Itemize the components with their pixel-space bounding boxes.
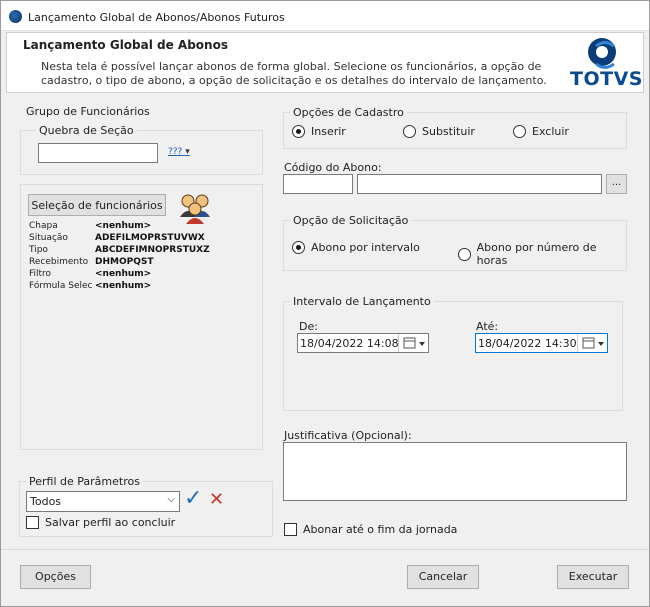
radio-abono-intervalo-label: Abono por intervalo xyxy=(311,241,420,254)
row-value-situacao: ADEFILMOPRSTUVWX xyxy=(95,233,205,243)
footer-divider xyxy=(1,549,649,550)
radio-inserir-label: Inserir xyxy=(311,125,346,138)
totvs-logo: TOTVS xyxy=(570,36,643,92)
radio-abono-horas-circle[interactable] xyxy=(458,247,471,261)
executar-button[interactable]: Executar xyxy=(557,565,629,589)
selecao-group: Seleção de funcionários Chapa <nenhum> S… xyxy=(20,184,263,450)
row-value-tipo: ABCDEFIMNOPRSTUXZ xyxy=(95,245,210,255)
row-label-situacao: Situação xyxy=(29,233,68,243)
logo-text: TOTVS xyxy=(570,68,643,90)
row-label-tipo: Tipo xyxy=(29,245,48,255)
cancelar-button[interactable]: Cancelar xyxy=(407,565,479,589)
chevron-down-icon: ▾ xyxy=(185,147,190,157)
justificativa-textarea[interactable] xyxy=(283,442,627,501)
de-datetime-picker[interactable]: 18/04/2022 14:08 xyxy=(297,333,429,353)
app-icon xyxy=(9,10,22,23)
ate-datetime-picker[interactable]: 18/04/2022 14:30 xyxy=(475,333,608,353)
opcoes-button[interactable]: Opções xyxy=(20,565,91,589)
salvar-perfil-box[interactable] xyxy=(26,516,39,529)
opcoes-cadastro-panel: Opções de Cadastro Inserir Substituir Ex… xyxy=(283,106,627,149)
perfil-select[interactable]: Todos ⌵ xyxy=(26,491,180,512)
radio-abono-intervalo-circle[interactable] xyxy=(292,241,305,254)
quebra-selector-label: ??? xyxy=(168,147,183,157)
row-value-formula: <nenhum> xyxy=(95,281,152,291)
codigo-abono-input[interactable] xyxy=(283,174,353,194)
radio-abono-intervalo[interactable]: Abono por intervalo xyxy=(292,241,420,254)
abonar-fim-jornada-box[interactable] xyxy=(284,523,297,536)
calendar-icon[interactable] xyxy=(577,334,607,352)
row-label-recebimento: Recebimento xyxy=(29,257,89,267)
abonar-fim-jornada-checkbox[interactable]: Abonar até o fim da jornada xyxy=(284,523,457,536)
radio-abono-horas-label: Abono por número de horas xyxy=(476,241,597,267)
row-value-recebimento: DHMOPQST xyxy=(95,257,154,267)
opcao-solicitacao-panel: Opção de Solicitação Abono por intervalo… xyxy=(283,214,627,271)
header-panel: Lançamento Global de Abonos Nesta tela é… xyxy=(6,32,644,93)
salvar-perfil-label: Salvar perfil ao concluir xyxy=(45,516,176,529)
radio-substituir-label: Substituir xyxy=(422,125,475,138)
codigo-abono-label: Código do Abono: xyxy=(284,161,382,174)
window-title: Lançamento Global de Abonos/Abonos Futur… xyxy=(28,11,285,24)
de-label: De: xyxy=(299,320,318,333)
cadastro-legend: Opções de Cadastro xyxy=(290,106,407,119)
quebra-selector-button[interactable]: ??? ▾ xyxy=(168,147,190,157)
quebra-secao-input[interactable] xyxy=(38,143,158,163)
row-label-filtro: Filtro xyxy=(29,269,52,279)
intervalo-legend: Intervalo de Lançamento xyxy=(290,295,434,308)
radio-inserir-circle[interactable] xyxy=(292,125,305,138)
grupo-legend: Grupo de Funcionários xyxy=(23,105,153,118)
solicitacao-legend: Opção de Solicitação xyxy=(290,214,412,227)
x-icon[interactable]: ✕ xyxy=(209,490,224,510)
abonar-fim-jornada-label: Abonar até o fim da jornada xyxy=(303,523,458,536)
radio-inserir[interactable]: Inserir xyxy=(292,125,346,138)
radio-abono-horas[interactable]: Abono por número de horas xyxy=(458,241,626,267)
grupo-funcionarios-panel: Grupo de Funcionários Quebra de Seção ??… xyxy=(12,105,272,459)
users-icon xyxy=(177,191,213,225)
perfil-parametros-panel: Perfil de Parâmetros Todos ⌵ ✓ ✕ Salvar … xyxy=(19,475,273,537)
row-label-chapa: Chapa xyxy=(29,221,58,231)
radio-substituir[interactable]: Substituir xyxy=(403,125,475,138)
page-title: Lançamento Global de Abonos xyxy=(23,38,228,52)
row-label-formula: Fórmula Selec xyxy=(29,281,93,291)
de-datetime-value: 18/04/2022 14:08 xyxy=(300,337,399,350)
salvar-perfil-checkbox[interactable]: Salvar perfil ao concluir xyxy=(26,516,175,529)
intervalo-lancamento-panel: Intervalo de Lançamento De: 18/04/2022 1… xyxy=(283,295,623,411)
perfil-selected-value: Todos xyxy=(30,495,62,508)
ate-datetime-value: 18/04/2022 14:30 xyxy=(478,337,577,350)
codigo-abono-descricao[interactable] xyxy=(357,174,602,194)
check-icon[interactable]: ✓ xyxy=(184,488,202,510)
radio-excluir-circle[interactable] xyxy=(513,125,526,138)
codigo-lookup-button[interactable]: ... xyxy=(606,174,627,194)
justificativa-label: Justificativa (Opcional): xyxy=(284,429,412,442)
perfil-legend: Perfil de Parâmetros xyxy=(26,475,143,488)
app-window: Lançamento Global de Abonos/Abonos Futur… xyxy=(0,0,650,607)
page-description: Nesta tela é possível lançar abonos de f… xyxy=(41,60,547,87)
quebra-secao-group: Quebra de Seção ??? ▾ xyxy=(20,124,263,175)
selecao-funcionarios-button[interactable]: Seleção de funcionários xyxy=(28,194,166,216)
radio-excluir-label: Excluir xyxy=(532,125,569,138)
row-value-filtro: <nenhum> xyxy=(95,269,152,279)
logo-orb-icon xyxy=(588,38,619,69)
chevron-down-icon: ⌵ xyxy=(167,494,175,505)
radio-excluir[interactable]: Excluir xyxy=(513,125,569,138)
ate-label: Até: xyxy=(476,320,499,333)
quebra-legend: Quebra de Seção xyxy=(36,124,137,137)
calendar-icon[interactable] xyxy=(398,334,428,352)
row-value-chapa: <nenhum> xyxy=(95,221,152,231)
title-bar: Lançamento Global de Abonos/Abonos Futur… xyxy=(1,1,649,31)
radio-substituir-circle[interactable] xyxy=(403,125,416,138)
